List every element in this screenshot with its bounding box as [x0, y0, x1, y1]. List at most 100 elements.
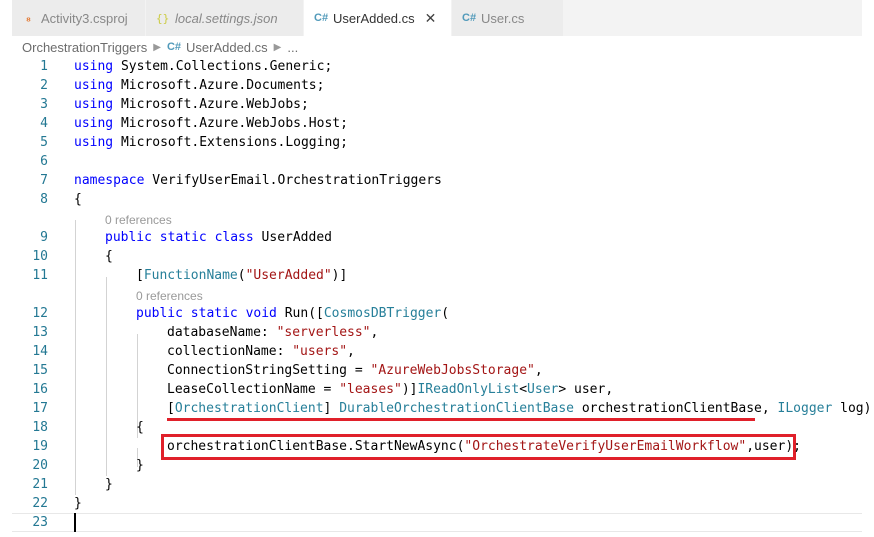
type-name: ILogger	[777, 401, 833, 416]
breadcrumb-folder[interactable]: OrchestrationTriggers	[22, 40, 147, 55]
type-name: FunctionName	[143, 268, 238, 283]
line-number: 4	[40, 116, 48, 131]
chevron-right-icon: ▶	[273, 41, 282, 53]
line-number: 14	[32, 344, 48, 359]
line-number: 5	[40, 135, 48, 150]
code-text: ,user);	[746, 439, 801, 454]
code-text: ,	[347, 344, 355, 359]
line-number: 12	[32, 306, 48, 321]
tab-useradded-cs[interactable]: C# UserAdded.cs ✕	[304, 0, 452, 36]
code-text: Microsoft.Azure.WebJobs;	[113, 97, 309, 112]
line-number: 6	[40, 154, 48, 169]
code-text: (	[237, 268, 246, 283]
string-literal: "users"	[292, 344, 348, 359]
code-text: {	[136, 420, 144, 435]
current-line-border	[12, 513, 862, 514]
code-text: databaseName:	[167, 325, 277, 340]
line-number: 11	[32, 268, 48, 283]
keyword: public static void	[136, 306, 277, 321]
indent-guide	[106, 277, 107, 476]
csharp-icon: C#	[462, 12, 477, 24]
code-text: (	[441, 306, 450, 321]
line-number: 18	[32, 420, 48, 435]
json-icon: {}	[156, 11, 170, 25]
line-number: 10	[32, 249, 48, 264]
breadcrumb-file[interactable]: UserAdded.cs	[186, 40, 268, 55]
type-name: CosmosDBTrigger	[323, 306, 442, 321]
keyword: using	[74, 59, 114, 74]
code-text: ]	[323, 401, 340, 416]
code-text: )]	[331, 268, 348, 283]
tab-label: local.settings.json	[175, 10, 278, 26]
line-number: 20	[32, 458, 48, 473]
code-text: Run([	[276, 306, 324, 321]
csharp-icon: C#	[166, 41, 181, 53]
string-literal: "UserAdded"	[245, 268, 332, 283]
line-number: 2	[40, 78, 48, 93]
line-number: 21	[32, 477, 48, 492]
code-text: Microsoft.Extensions.Logging;	[113, 135, 348, 150]
line-number: 15	[32, 363, 48, 378]
keyword: namespace	[74, 173, 145, 188]
type-name: User	[527, 382, 559, 397]
tab-local-settings-json[interactable]: {} local.settings.json	[146, 0, 304, 36]
line-number: 19	[32, 439, 48, 454]
tab-label: UserAdded.cs	[333, 10, 415, 26]
code-text: }	[105, 477, 113, 492]
csharp-icon: C#	[314, 12, 329, 24]
string-literal: "OrchestrateVerifyUserEmailWorkflow"	[464, 439, 747, 454]
line-number: 7	[40, 173, 48, 188]
code-text: VerifyUserEmail.OrchestrationTriggers	[144, 173, 442, 188]
code-text: }	[136, 458, 144, 473]
code-text: System.Collections.Generic;	[113, 59, 333, 74]
code-text: Microsoft.Azure.WebJobs.Host;	[113, 116, 348, 131]
code-text: ,	[534, 363, 543, 378]
string-literal: "serverless"	[276, 325, 371, 340]
editor-tab-bar: ₈ Activity3.csproj {} local.settings.jso…	[12, 0, 862, 36]
string-literal: "leases"	[339, 382, 402, 397]
codelens-references[interactable]: 0 references	[105, 212, 172, 228]
rss-icon: ₈	[25, 12, 32, 24]
line-number: 13	[32, 325, 48, 340]
line-number: 3	[40, 97, 48, 112]
code-text: ConnectionStringSetting =	[167, 363, 371, 378]
tab-user-cs[interactable]: C# User.cs	[452, 0, 564, 36]
breadcrumb: OrchestrationTriggers ▶ C# UserAdded.cs …	[22, 38, 298, 56]
keyword: using	[74, 135, 114, 150]
close-icon[interactable]: ✕	[425, 10, 437, 27]
code-text: orchestrationClientBase.StartNewAsync(	[167, 439, 465, 454]
indent-guide	[75, 220, 76, 495]
breadcrumb-more[interactable]: ...	[287, 40, 298, 55]
line-number: 16	[32, 382, 48, 397]
text-cursor	[74, 513, 76, 532]
line-number: 8	[40, 192, 48, 207]
code-text: }	[74, 496, 82, 511]
tab-label: User.cs	[481, 10, 525, 26]
line-number: 9	[40, 230, 48, 245]
string-literal: "AzureWebJobsStorage"	[370, 363, 535, 378]
line-number: 1	[40, 59, 48, 74]
code-editor[interactable]: 1 2 3 4 5 6 7 8 9 10 11 12 13 14 15 16 1…	[0, 57, 874, 537]
code-text: {	[74, 192, 82, 207]
code-text: LeaseCollectionName =	[167, 382, 340, 397]
code-text: [	[167, 401, 175, 416]
code-text: )]	[401, 382, 418, 397]
line-number: 23	[32, 515, 48, 530]
tab-activity3-csproj[interactable]: ₈ Activity3.csproj	[12, 0, 146, 36]
highlight-underline	[167, 418, 755, 421]
code-text: collectionName:	[167, 344, 293, 359]
code-text: {	[105, 249, 113, 264]
line-number: 22	[32, 496, 48, 511]
chevron-right-icon: ▶	[153, 41, 161, 53]
line-number: 17	[32, 401, 48, 416]
code-text: orchestrationClientBase,	[574, 401, 778, 416]
type-name: IReadOnlyList	[417, 382, 520, 397]
type-name: DurableOrchestrationClientBase	[339, 401, 575, 416]
keyword: using	[74, 97, 114, 112]
code-text: Microsoft.Azure.Documents;	[113, 78, 325, 93]
type-name: OrchestrationClient	[174, 401, 324, 416]
keyword: public static class	[105, 230, 254, 245]
current-line-border	[12, 531, 862, 532]
tab-label: Activity3.csproj	[41, 10, 128, 26]
codelens-references[interactable]: 0 references	[136, 288, 203, 304]
